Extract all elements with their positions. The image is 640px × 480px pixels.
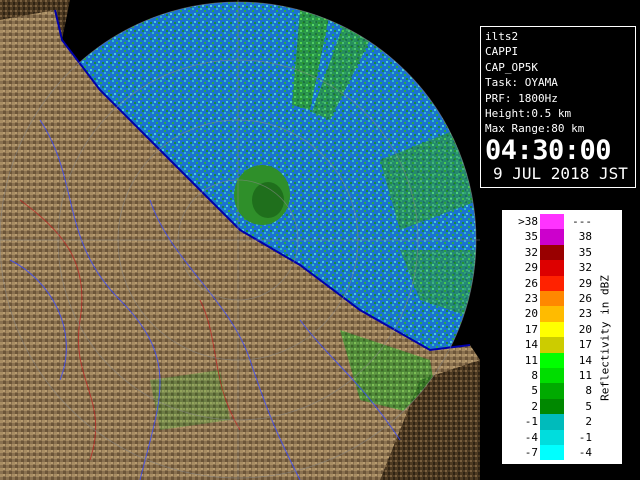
legend-high-value: 2 — [585, 415, 592, 429]
legend-high-value: 11 — [578, 369, 592, 382]
legend-low-value: 23 — [524, 292, 538, 305]
legend-low-value: -4 — [524, 430, 538, 444]
legend-low-value: 5 — [531, 384, 538, 398]
radar-display: ilts2 CAPPI CAP_OP5K Task: OYAMA PRF: 18… — [0, 0, 640, 480]
legend-high-value: 17 — [578, 338, 592, 352]
legend-high-value: 5 — [585, 399, 592, 413]
legend-color-swatch — [540, 229, 564, 245]
legend-low-value: -7 — [524, 446, 538, 459]
legend-color-swatch — [540, 275, 564, 291]
info-product-code: CAP_OP5K — [485, 60, 538, 74]
legend-color-swatch — [540, 260, 564, 276]
legend-color-swatch — [540, 383, 564, 399]
legend-high-value: 14 — [578, 353, 592, 367]
legend-high-value: 38 — [578, 230, 592, 244]
legend-low-value: 35 — [524, 230, 538, 244]
legend-color-swatch — [540, 445, 564, 461]
legend-low-value: 17 — [524, 322, 538, 336]
legend-color-swatch — [540, 244, 564, 261]
legend-row: 32 35 — [502, 244, 622, 261]
legend-high-value: 8 — [585, 384, 592, 398]
scan-date: 9 JUL 2018 JST — [493, 163, 628, 183]
legend-color-swatch — [540, 337, 564, 353]
legend-high-value: 29 — [578, 276, 592, 290]
legend-color-swatch — [540, 291, 564, 307]
legend-low-value: 26 — [524, 276, 538, 290]
legend-color-swatch — [540, 306, 564, 322]
legend-high-value: -1 — [578, 430, 592, 444]
legend-row: 25 — [502, 398, 622, 415]
info-product: CAPPI — [485, 45, 519, 59]
legend-color-swatch — [540, 352, 564, 368]
info-site: ilts2 — [485, 30, 519, 43]
legend-row: -1 2 — [502, 414, 622, 430]
legend-color-swatch — [540, 414, 564, 430]
legend-title: Reflectivity in dBZ — [598, 275, 612, 401]
legend-high-value: 23 — [578, 307, 592, 321]
info-task: Task: OYAMA — [485, 76, 558, 90]
legend-low-value: -1 — [524, 415, 538, 429]
legend-color-swatch — [540, 429, 564, 445]
legend-low-value: 32 — [524, 245, 538, 259]
scan-time: 04:30:00 — [485, 134, 612, 166]
legend-row: -7 -4 — [502, 445, 622, 461]
info-prf: PRF: 1800Hz — [485, 91, 558, 105]
legend-row: >38 --- — [502, 214, 622, 230]
scan-info-panel: ilts2 CAPPI CAP_OP5K Task: OYAMA PRF: 18… — [480, 26, 636, 188]
legend-low-value: 20 — [524, 307, 538, 321]
legend-low-value: 11 — [524, 353, 538, 367]
legend-row: -4 -1 — [502, 429, 622, 445]
legend-high-value: 32 — [578, 261, 592, 275]
legend-color-swatch — [540, 321, 564, 338]
legend-high-value: 20 — [578, 322, 592, 336]
legend-row: 35 38 — [502, 229, 622, 245]
legend-high-value: 35 — [578, 245, 592, 259]
legend-high-value: --- — [572, 215, 592, 228]
legend-low-value: 2 — [531, 399, 538, 413]
legend-low-value: 8 — [531, 369, 538, 382]
legend-high-value: 26 — [578, 292, 592, 305]
legend-color-swatch — [540, 214, 564, 230]
legend-high-value: -4 — [578, 446, 592, 459]
legend-low-value: 14 — [524, 338, 538, 352]
legend-color-swatch — [540, 398, 564, 415]
legend-low-value: >38 — [518, 215, 538, 228]
legend-color-swatch — [540, 368, 564, 384]
legend-row: 29 32 — [502, 260, 622, 276]
info-height: Height:0.5 km — [485, 107, 572, 121]
legend-low-value: 29 — [524, 261, 538, 275]
